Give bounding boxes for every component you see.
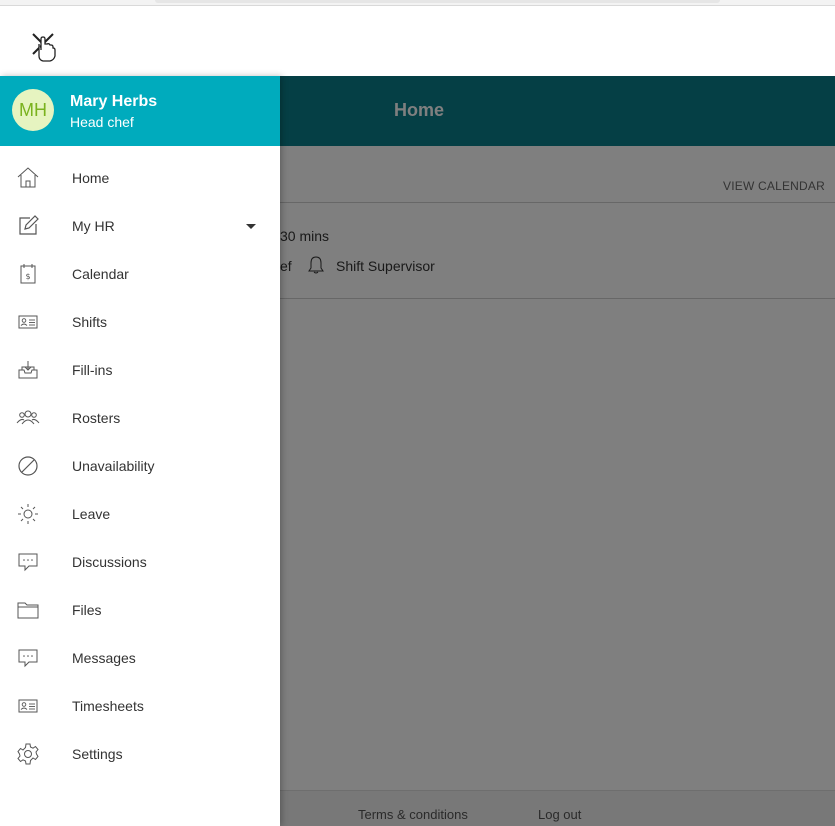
people-icon	[16, 410, 40, 425]
nav-item-label: My HR	[72, 218, 115, 234]
nav-list: Home My HR $ Calendar Shifts Fill-ins Ro…	[0, 154, 280, 778]
block-icon	[18, 456, 38, 476]
svg-text:$: $	[25, 272, 30, 281]
nav-item-label: Leave	[72, 506, 111, 522]
message-icon	[18, 649, 38, 668]
nav-item-discussions[interactable]: Discussions	[0, 538, 280, 586]
nav-item-label: Rosters	[72, 410, 121, 426]
drawer-header: MH Mary Herbs Head chef	[0, 76, 280, 146]
nav-item-messages[interactable]: Messages	[0, 634, 280, 682]
user-role: Head chef	[70, 114, 134, 130]
id-card-icon	[18, 699, 38, 713]
nav-item-files[interactable]: Files	[0, 586, 280, 634]
top-bar	[0, 0, 835, 76]
gear-icon	[17, 743, 39, 765]
nav-item-label: Discussions	[72, 554, 147, 570]
nav-item-label: Shifts	[72, 314, 108, 330]
nav-item-label: Fill-ins	[72, 362, 113, 378]
id-card-icon	[18, 315, 38, 329]
avatar[interactable]: MH	[12, 89, 54, 131]
nav-item-shifts[interactable]: Shifts	[0, 298, 280, 346]
nav-item-settings[interactable]: Settings	[0, 730, 280, 778]
close-icon[interactable]	[27, 30, 63, 66]
nav-item-home[interactable]: Home	[0, 154, 280, 202]
sun-icon	[18, 504, 38, 524]
nav-item-label: Calendar	[72, 266, 129, 282]
nav-item-unavailability[interactable]: Unavailability	[0, 442, 280, 490]
chevron-down-icon[interactable]	[246, 224, 256, 229]
inbox-icon	[18, 361, 38, 379]
home-icon	[17, 167, 39, 188]
nav-item-label: Settings	[72, 746, 123, 762]
nav-item-fill-ins[interactable]: Fill-ins	[0, 346, 280, 394]
calendar-icon: $	[20, 264, 36, 284]
nav-item-label: Files	[72, 602, 102, 618]
nav-item-leave[interactable]: Leave	[0, 490, 280, 538]
nav-item-label: Messages	[72, 650, 136, 666]
nav-item-rosters[interactable]: Rosters	[0, 394, 280, 442]
nav-item-my-hr[interactable]: My HR	[0, 202, 280, 250]
folder-icon	[17, 602, 39, 619]
browser-edge	[0, 0, 835, 6]
nav-item-calendar[interactable]: $ Calendar	[0, 250, 280, 298]
chat-icon	[18, 553, 38, 572]
user-name: Mary Herbs	[70, 93, 158, 110]
nav-item-label: Timesheets	[72, 698, 144, 714]
nav-item-label: Home	[72, 170, 110, 186]
nav-item-label: Unavailability	[72, 458, 155, 474]
nav-drawer: MH Mary Herbs Head chef Home My HR $ Cal…	[0, 76, 280, 826]
nav-item-timesheets[interactable]: Timesheets	[0, 682, 280, 730]
edit-icon	[19, 215, 39, 235]
